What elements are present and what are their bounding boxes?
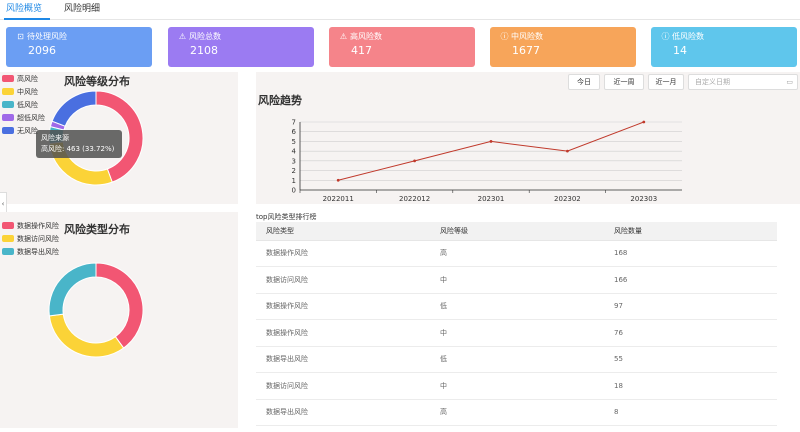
table-row[interactable]: 数据操作风险中 76	[256, 319, 777, 347]
y-tick-label: 5	[292, 138, 296, 146]
y-tick-label: 6	[292, 128, 297, 136]
today-button[interactable]: 今日	[568, 74, 600, 90]
chart-tooltip: 风险来源 高风险: 463 (33.72%)	[36, 130, 122, 158]
warning-icon: ⚠	[339, 32, 348, 41]
date-placeholder: 自定义日期	[695, 78, 730, 86]
card-value: 1677	[512, 44, 540, 57]
warning-icon: ⚠	[178, 32, 187, 41]
card-label: 低风险数	[672, 32, 704, 41]
card-total-risks[interactable]: ⚠ 风险总数 2108	[168, 27, 314, 67]
trend-point[interactable]	[413, 159, 416, 163]
trend-point[interactable]	[566, 149, 569, 153]
column-header[interactable]: 风险等级	[430, 222, 604, 241]
card-label: 高风险数	[350, 32, 382, 41]
tab-details[interactable]: 风险明细	[64, 3, 100, 15]
risk-type-donut-chart[interactable]	[0, 212, 238, 428]
custom-date-input[interactable]: 自定义日期 ▭	[688, 74, 798, 90]
card-label: 中风险数	[511, 32, 543, 41]
y-tick-label: 3	[292, 157, 296, 165]
table-caption: top风险类型排行榜	[256, 213, 317, 221]
y-tick-label: 7	[292, 119, 296, 127]
y-tick-label: 1	[292, 177, 296, 185]
tooltip-value: 高风险: 463 (33.72%)	[41, 145, 115, 153]
info-icon: ⓘ	[661, 32, 670, 41]
tab-overview[interactable]: 风险概览	[6, 3, 42, 15]
y-tick-label: 0	[292, 187, 296, 195]
last-week-button[interactable]: 近一周	[604, 74, 644, 90]
card-medium-risks[interactable]: ⓘ 中风险数 1677	[490, 27, 636, 67]
card-value: 14	[673, 44, 687, 57]
card-value: 417	[351, 44, 372, 57]
trend-point[interactable]	[336, 178, 340, 182]
risk-type-panel: 风险类型分布 数据操作风险 数据访问风险 数据导出风险	[0, 212, 238, 428]
last-month-button[interactable]: 近一月	[648, 74, 684, 90]
table-row[interactable]: 数据导出风险低 55	[256, 346, 777, 373]
pending-icon: ⊡	[17, 32, 24, 41]
x-tick-label: 202302	[554, 195, 581, 203]
risk-level-slice-4[interactable]	[51, 90, 97, 127]
card-value: 2108	[190, 44, 218, 57]
page: 风险概览 风险明细 ⊡ 待处理风险 2096 ⚠ 风险总数 2108 ⚠ 高风险数 4…	[0, 0, 800, 432]
card-label: 风险总数	[189, 32, 221, 41]
card-high-risks[interactable]: ⚠ 高风险数 417	[329, 27, 475, 67]
table-row[interactable]: 数据操作风险高 168	[256, 240, 777, 267]
risk-ranking-table: 风险类型 风险等级 风险数量 数据操作风险高 168 数据访问风险中 166 数据操…	[256, 222, 777, 426]
card-label: 待处理风险	[27, 32, 67, 41]
table-row[interactable]: 数据访问风险中 166	[256, 266, 777, 294]
y-tick-label: 2	[292, 167, 296, 175]
x-tick-label: 202301	[478, 195, 505, 203]
card-value: 2096	[28, 44, 56, 57]
calendar-icon: ▭	[786, 78, 793, 86]
trend-point[interactable]	[489, 140, 493, 143]
card-pending-risks[interactable]: ⊡ 待处理风险 2096	[6, 27, 152, 67]
table-row[interactable]: 数据导出风险高 8	[256, 399, 777, 426]
risk-trend-panel: 风险趋势 0 1 2 3 4 5 6 7 2022011 2022012 202301 202302 2…	[256, 72, 800, 204]
column-header[interactable]: 风险类型	[256, 222, 430, 241]
x-tick-label: 2022011	[323, 195, 354, 203]
x-tick-label: 2022012	[399, 195, 430, 203]
trend-point[interactable]	[642, 120, 646, 124]
risk-trend-line-chart: 0 1 2 34 5 67 2022011 2022012 202301 202302 202303	[292, 119, 682, 203]
table-row[interactable]: 数据访问风险中 18	[256, 372, 777, 400]
active-tab-indicator	[4, 18, 50, 20]
risk-type-slice-1[interactable]	[48, 313, 125, 358]
tab-bar: 风险概览 风险明细	[0, 0, 800, 20]
x-tick-label: 202303	[630, 195, 657, 203]
risk-type-slice-2[interactable]	[48, 262, 97, 317]
risk-type-slice-0[interactable]	[95, 262, 144, 349]
info-icon: ⓘ	[500, 32, 509, 41]
table-row[interactable]: 数据操作风险低 97	[256, 293, 777, 320]
tooltip-series: 风险来源	[41, 134, 69, 142]
table-header-row: 风险类型 风险等级 风险数量	[256, 222, 777, 241]
y-tick-label: 4	[292, 148, 297, 156]
card-low-risks[interactable]: ⓘ 低风险数 14	[651, 27, 797, 67]
column-header[interactable]: 风险数量	[604, 222, 777, 241]
